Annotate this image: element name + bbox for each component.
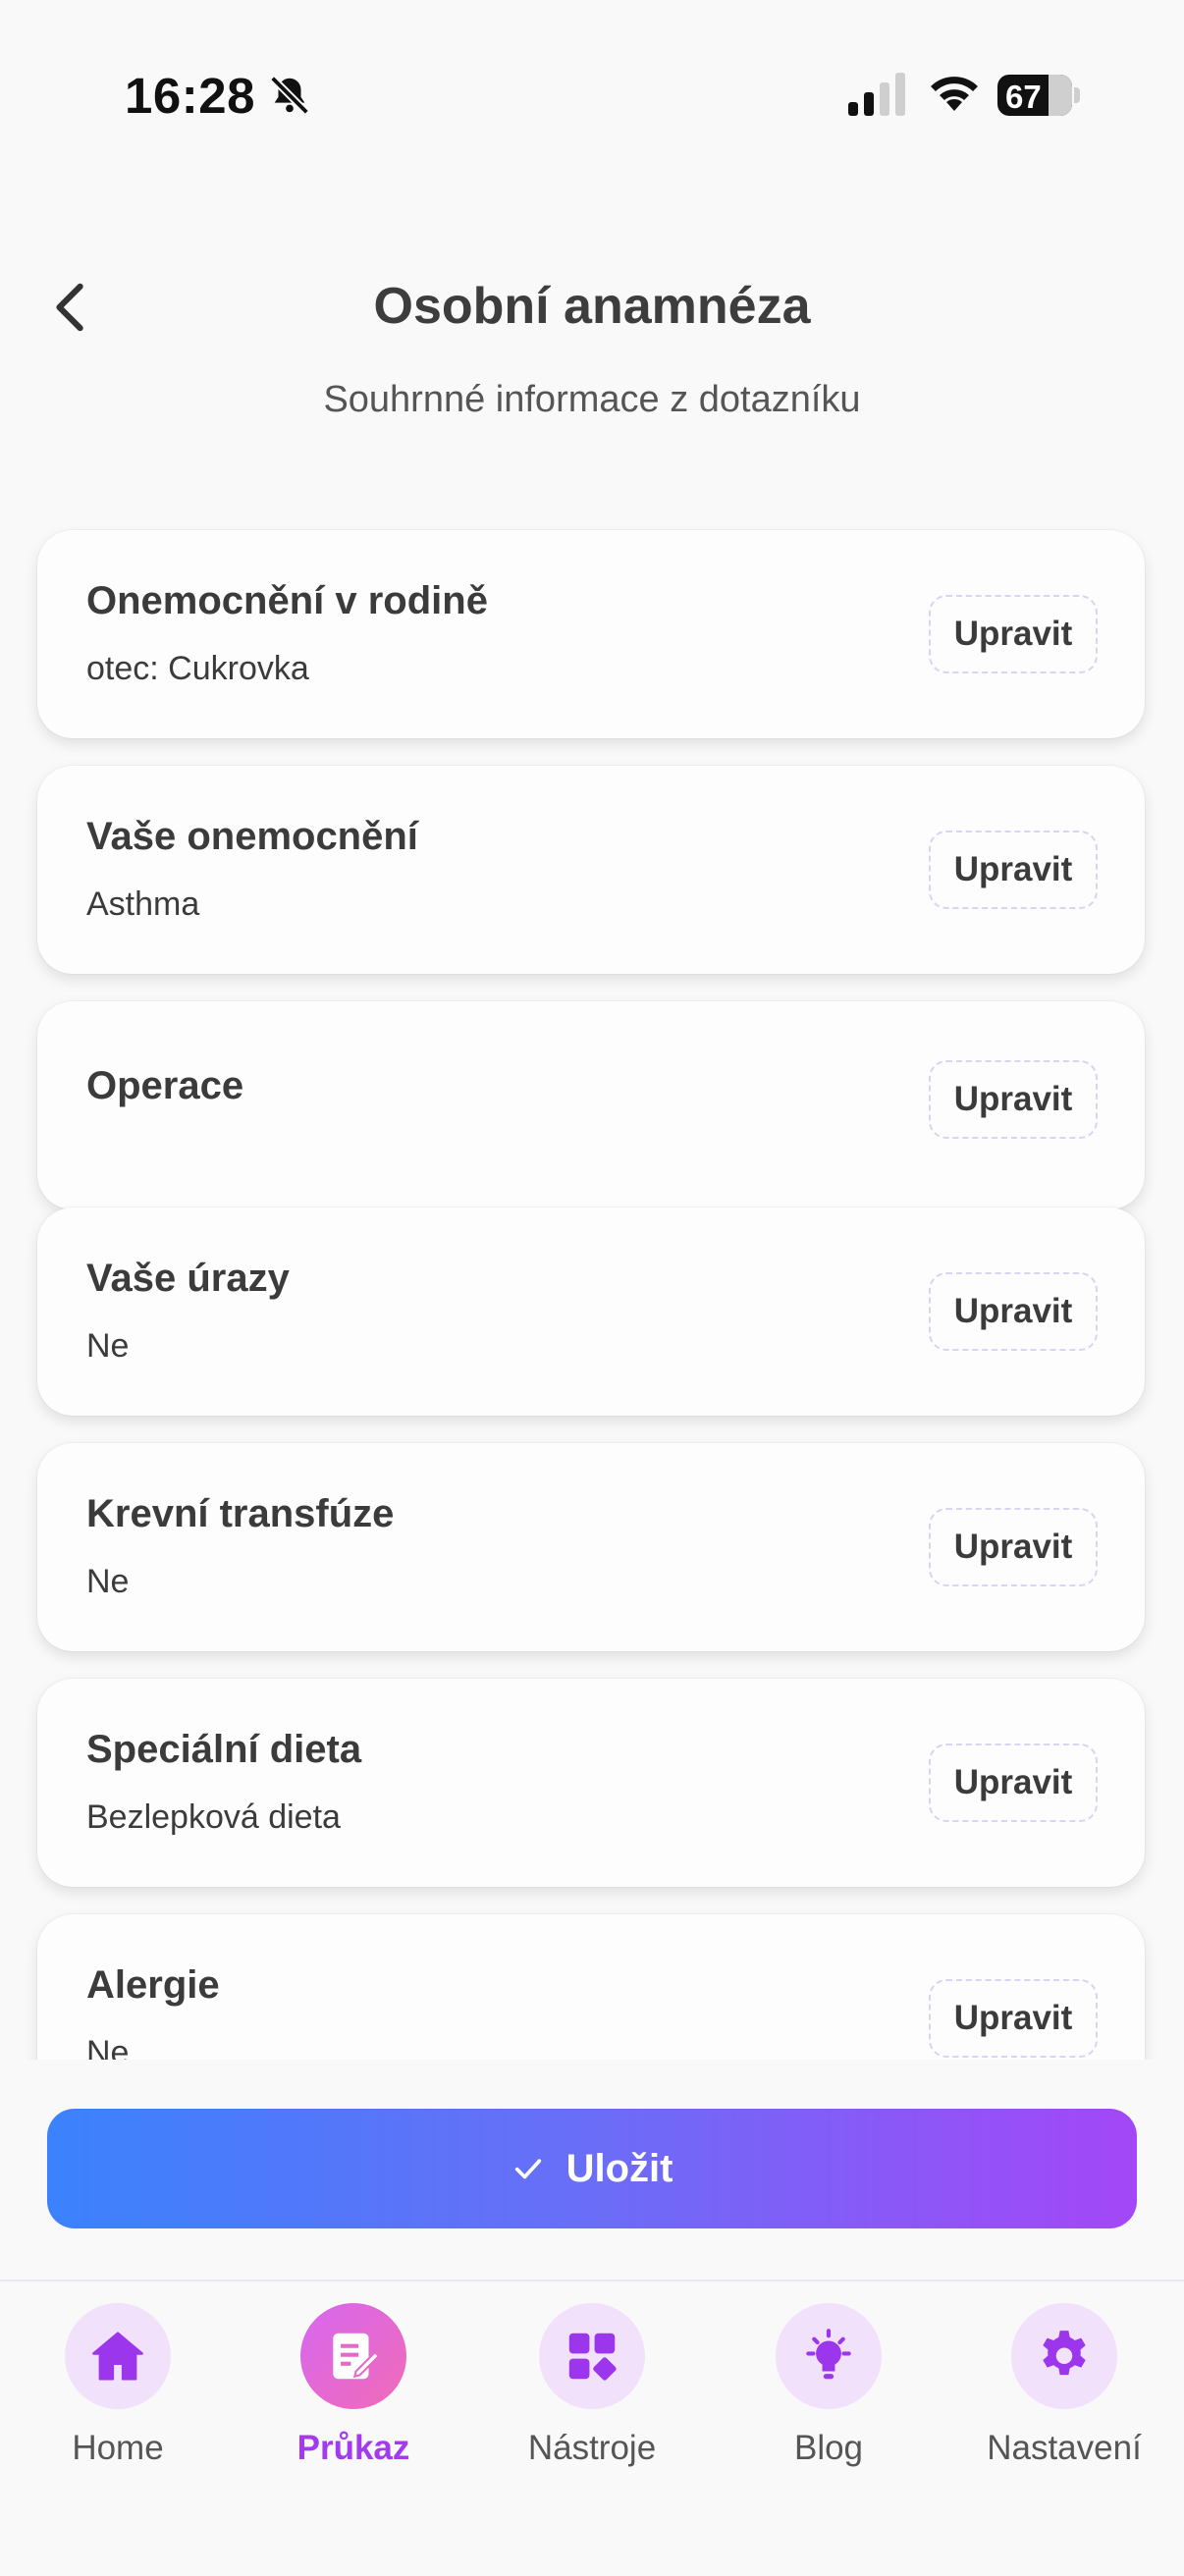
page-title: Osobní anamnéza — [373, 278, 811, 335]
nav-item-nastaveni[interactable]: Nastavení — [946, 2291, 1182, 2488]
bottom-nav: Home Průkaz Nástroje Blog Nastavení — [0, 2280, 1184, 2576]
nav-label: Nástroje — [527, 2429, 657, 2467]
nav-item-nastroje[interactable]: Nástroje — [474, 2291, 710, 2488]
lightbulb-icon — [806, 2329, 851, 2380]
card-title: Operace — [86, 1064, 244, 1107]
card-title: Alergie — [86, 1963, 220, 2007]
card-value: Asthma — [86, 886, 200, 923]
card-injuries: Vaše úrazy Ne Upravit — [37, 1208, 1145, 1416]
save-button-label: Uložit — [565, 2146, 673, 2190]
edit-button[interactable]: Upravit — [929, 1744, 1098, 1822]
card-title: Vaše onemocnění — [86, 815, 418, 858]
card-special-diet: Speciální dieta Bezlepková dieta Upravit — [37, 1679, 1145, 1887]
card-title: Speciální dieta — [86, 1728, 362, 1771]
gear-icon — [1043, 2331, 1086, 2376]
battery-level: 67 — [1005, 79, 1042, 115]
anamnesis-list[interactable]: Onemocnění v rodině otec: Cukrovka Uprav… — [0, 520, 1184, 2060]
edit-button[interactable]: Upravit — [929, 831, 1098, 909]
bell-muted-icon — [270, 76, 309, 115]
nav-item-prukaz[interactable]: Průkaz — [236, 2291, 471, 2488]
card-value: Ne — [86, 2034, 130, 2060]
nav-label: Home — [72, 2429, 164, 2467]
cellular-signal-icon — [848, 73, 905, 116]
nav-label: Nastavení — [987, 2429, 1142, 2467]
tools-grid-icon — [568, 2333, 617, 2381]
card-operations: Operace Upravit — [37, 1001, 1145, 1209]
card-allergies: Alergie Ne Upravit — [37, 1914, 1145, 2060]
medical-card-icon — [333, 2333, 381, 2380]
save-area: Uložit — [0, 2060, 1184, 2280]
card-value: Ne — [86, 1563, 130, 1600]
card-title: Onemocnění v rodině — [86, 579, 488, 622]
nav-item-blog[interactable]: Blog — [711, 2291, 946, 2488]
nav-label: Blog — [793, 2429, 864, 2467]
edit-button[interactable]: Upravit — [929, 1060, 1098, 1139]
page-subtitle: Souhrnné informace z dotazníku — [323, 379, 861, 420]
checkmark-icon — [514, 2159, 541, 2179]
battery-icon: 67 — [997, 75, 1080, 116]
edit-button[interactable]: Upravit — [929, 1508, 1098, 1586]
nav-label: Průkaz — [296, 2429, 410, 2467]
nav-item-home[interactable]: Home — [0, 2291, 236, 2488]
status-time: 16:28 — [125, 68, 255, 124]
card-blood-transfusion: Krevní transfúze Ne Upravit — [37, 1443, 1145, 1651]
card-your-diseases: Vaše onemocnění Asthma Upravit — [37, 766, 1145, 974]
card-title: Krevní transfúze — [86, 1492, 395, 1535]
home-icon — [92, 2332, 143, 2381]
edit-button[interactable]: Upravit — [929, 1979, 1098, 2058]
edit-button[interactable]: Upravit — [929, 595, 1098, 673]
card-family-diseases: Onemocnění v rodině otec: Cukrovka Uprav… — [37, 530, 1145, 738]
card-title: Vaše úrazy — [86, 1257, 290, 1300]
card-value: Bezlepková dieta — [86, 1798, 341, 1836]
card-value: otec: Cukrovka — [86, 650, 309, 687]
wifi-icon — [931, 77, 978, 111]
edit-button[interactable]: Upravit — [929, 1272, 1098, 1351]
save-button[interactable]: Uložit — [47, 2109, 1137, 2228]
card-value: Ne — [86, 1327, 130, 1365]
status-bar: 16:28 67 — [0, 0, 1184, 187]
